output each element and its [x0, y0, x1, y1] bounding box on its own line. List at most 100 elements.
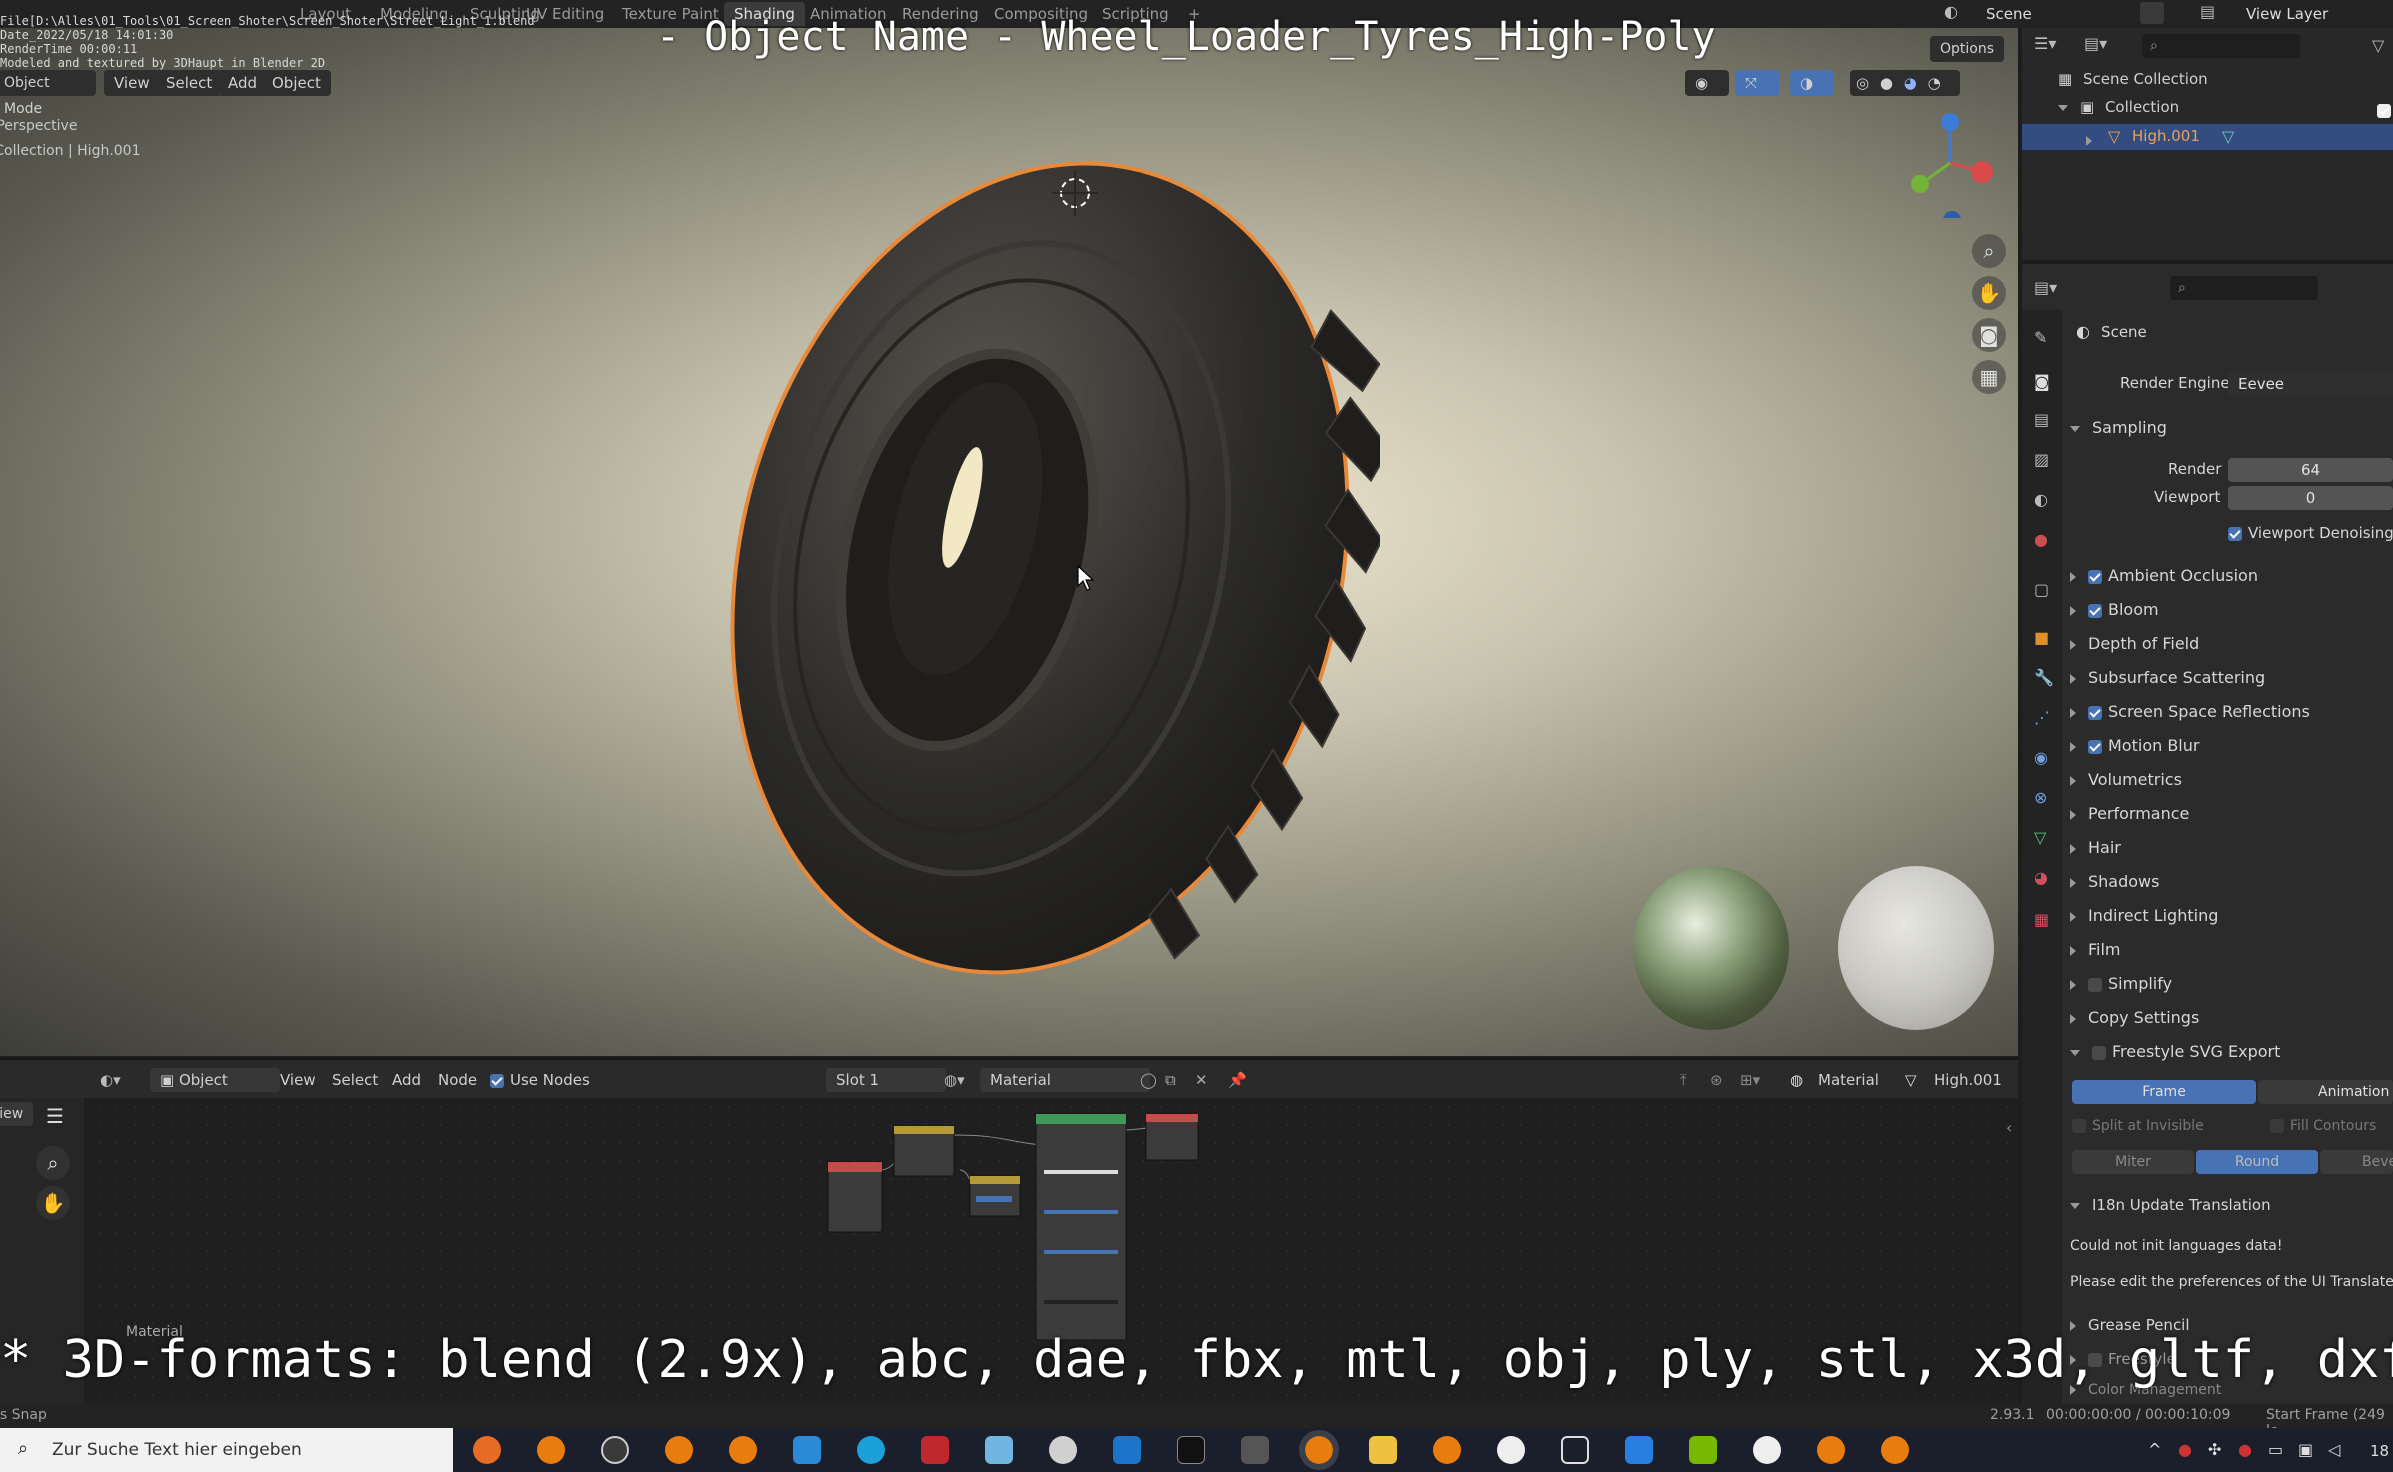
nvidia-icon[interactable]	[1689, 1436, 1717, 1464]
blender-icon[interactable]	[1433, 1436, 1461, 1464]
blender-active-icon[interactable]	[1299, 1430, 1339, 1470]
3d-cursor[interactable]	[1050, 168, 1100, 218]
menu-view[interactable]: View	[104, 70, 160, 96]
view-layer-icon[interactable]: ▤	[2200, 2, 2228, 26]
render-tab-icon[interactable]: ◙	[2034, 372, 2050, 391]
node-menu-node[interactable]: Node	[438, 1068, 477, 1092]
texture-node[interactable]	[827, 1161, 883, 1233]
tray-app-icon[interactable]: ●	[2238, 1440, 2252, 1459]
frame-mode-button[interactable]: Frame	[2072, 1080, 2256, 1104]
viewport-samples-field[interactable]: 0	[2228, 486, 2393, 510]
collection-tab-icon[interactable]: ▢	[2034, 580, 2049, 599]
object-expand-icon[interactable]	[2086, 130, 2104, 149]
properties-editor-icon[interactable]: ▤▾	[2034, 278, 2057, 297]
overlay-toggle-icon[interactable]: ◑	[1790, 70, 1834, 96]
scene-collection-row[interactable]: ▦ Scene Collection	[2058, 70, 2208, 88]
viewport-denoising-checkbox[interactable]: Viewport Denoising	[2228, 524, 2393, 542]
visibility-icon[interactable]: ◉	[1685, 70, 1729, 96]
panel-performance[interactable]: Performance	[2070, 804, 2189, 823]
rendered-shading-icon[interactable]: ◔	[1928, 74, 1941, 92]
taskbar-clock[interactable]: 18	[2370, 1442, 2389, 1460]
use-nodes-check-icon[interactable]	[490, 1073, 504, 1088]
options-dropdown[interactable]: Options	[1930, 36, 2005, 62]
outliner-filter-icon[interactable]: ▤▾	[2084, 34, 2107, 53]
outliner-display-mode-icon[interactable]: ☰▾	[2034, 34, 2056, 53]
i18n-panel[interactable]: I18n Update Translation	[2070, 1196, 2271, 1214]
scene-selector[interactable]: Scene	[1986, 2, 2032, 26]
menu-object[interactable]: Object	[262, 70, 331, 96]
editor-view-dropdown[interactable]: View	[0, 1102, 34, 1126]
wireframe-shading-icon[interactable]: ◎	[1856, 74, 1869, 92]
node-menu-view[interactable]: View	[280, 1068, 316, 1092]
perspective-grid-icon[interactable]: ▦	[1972, 360, 2006, 394]
file-explorer-icon[interactable]	[1369, 1436, 1397, 1464]
navigation-gizmo[interactable]	[1900, 108, 2010, 218]
object-tab-icon[interactable]: ■	[2034, 628, 2049, 647]
constraints-tab-icon[interactable]: ⊗	[2034, 788, 2047, 807]
parent-node-icon[interactable]: ⤒	[1680, 1068, 1687, 1092]
outliner-row-high001[interactable]: ▽ High.001 ▽	[2022, 124, 2393, 150]
taskbar-search-box[interactable]: ⌕ Zur Suche Text hier eingeben	[0, 1428, 453, 1472]
edge-icon[interactable]	[857, 1436, 885, 1464]
mode-dropdown[interactable]: Object Mode	[0, 70, 96, 117]
particles-tab-icon[interactable]: ⋰	[2034, 708, 2050, 727]
collection-check-icon[interactable]	[2377, 103, 2391, 118]
app-icon[interactable]	[1497, 1436, 1525, 1464]
panel-screen-space-reflections[interactable]: Screen Space Reflections	[2070, 702, 2310, 721]
object-type-dropdown[interactable]: ▣ Object	[150, 1068, 280, 1092]
panel-film[interactable]: Film	[2070, 940, 2121, 959]
node-menu-add[interactable]: Add	[392, 1068, 421, 1092]
properties-search-input[interactable]: ⌕	[2170, 276, 2318, 300]
render-samples-field[interactable]: 64	[2228, 458, 2393, 482]
outliner-search-input[interactable]: ⌕	[2142, 34, 2300, 58]
material-breadcrumb[interactable]: Material	[1818, 1068, 1879, 1092]
collection-row[interactable]: ▣ Collection	[2058, 98, 2179, 116]
firefox-icon[interactable]	[473, 1436, 501, 1464]
physics-tab-icon[interactable]: ◉	[2034, 748, 2048, 767]
animation-mode-button[interactable]: Animation	[2258, 1080, 2393, 1104]
scene-icon[interactable]: ◐	[1944, 2, 1972, 26]
blender-icon[interactable]	[1881, 1436, 1909, 1464]
unlink-material-icon[interactable]: ✕	[1195, 1068, 1208, 1092]
blender-icon[interactable]	[729, 1436, 757, 1464]
collection-expand-icon[interactable]	[2058, 104, 2068, 111]
blender-icon[interactable]	[537, 1436, 565, 1464]
camera-view-icon[interactable]: ◙	[1972, 318, 2006, 352]
node-pan-icon[interactable]: ✋	[36, 1186, 70, 1220]
app-icon[interactable]	[1241, 1436, 1269, 1464]
3d-viewer-icon[interactable]	[1561, 1436, 1589, 1464]
output-tab-icon[interactable]: ▤	[2034, 410, 2049, 429]
calendar-icon[interactable]	[1625, 1436, 1653, 1464]
app-icon[interactable]	[1753, 1436, 1781, 1464]
use-nodes-checkbox[interactable]: Use Nodes	[490, 1068, 590, 1092]
material-shading-icon[interactable]: ◕	[1904, 74, 1917, 92]
tray-chevron-icon[interactable]: ^	[2148, 1440, 2161, 1459]
tray-app-icon[interactable]: ●	[2178, 1440, 2192, 1459]
panel-freestyle-svg-export[interactable]: Freestyle SVG Export	[2070, 1042, 2280, 1061]
render-engine-dropdown[interactable]: Eevee	[2228, 372, 2393, 396]
panel-bloom[interactable]: Bloom	[2070, 600, 2159, 619]
slot-dropdown[interactable]: Slot 1	[826, 1068, 946, 1092]
pan-hand-icon[interactable]: ✋	[1972, 276, 2006, 310]
material-output-node[interactable]	[1145, 1113, 1199, 1161]
object-breadcrumb[interactable]: High.001	[1934, 1068, 2002, 1092]
miter-button[interactable]: Miter	[2072, 1150, 2194, 1174]
sampling-panel[interactable]: Sampling	[2070, 418, 2167, 437]
pin-icon[interactable]: 📌	[1228, 1068, 1247, 1092]
app-icon[interactable]	[1113, 1436, 1141, 1464]
color-ramp-node[interactable]	[969, 1175, 1021, 1217]
obs-icon[interactable]	[601, 1436, 629, 1464]
panel-simplify[interactable]: Simplify	[2070, 974, 2172, 993]
collection-visible-checkbox[interactable]	[2377, 100, 2393, 119]
new-scene-icon[interactable]	[2140, 2, 2164, 24]
scene-tab-icon[interactable]: ◐	[2034, 490, 2048, 509]
mapping-node[interactable]	[893, 1125, 955, 1177]
view-layer-tab-icon[interactable]: ▨	[2034, 450, 2049, 469]
texture-tab-icon[interactable]: ▦	[2034, 910, 2049, 929]
split-invisible-checkbox[interactable]: Split at Invisible	[2072, 1118, 2204, 1134]
panel-volumetrics[interactable]: Volumetrics	[2070, 770, 2182, 789]
panel-hair[interactable]: Hair	[2070, 838, 2121, 857]
terminal-icon[interactable]	[1177, 1436, 1205, 1464]
principled-bsdf-node[interactable]	[1035, 1113, 1127, 1341]
snap-options-icon[interactable]: ⊞▾	[1740, 1068, 1760, 1092]
